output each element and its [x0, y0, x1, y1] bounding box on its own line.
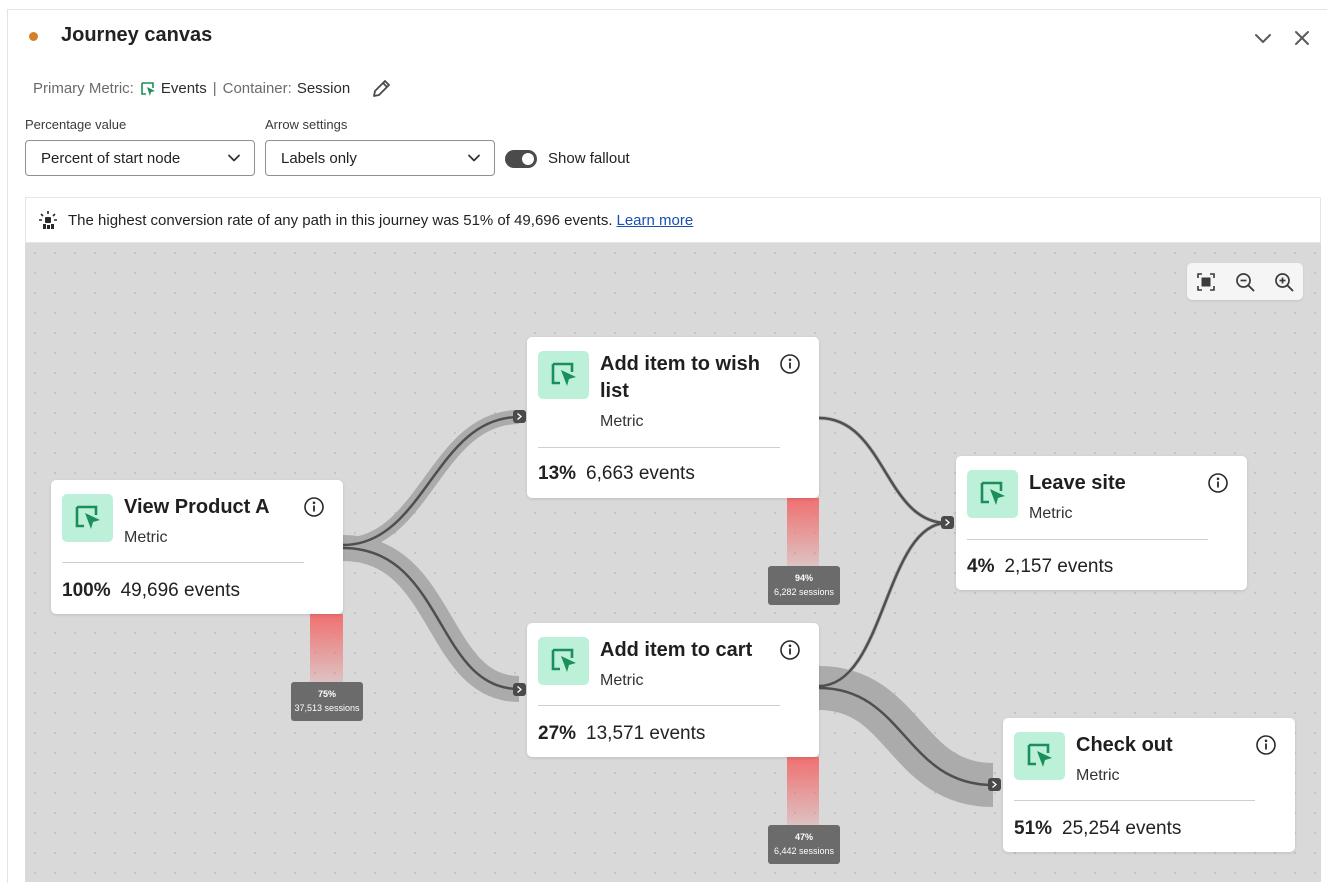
journey-node-check-out[interactable]: Check out Metric 51% 25,254 events: [1003, 718, 1295, 852]
fallout-label-view: 75% 37,513 sessions: [291, 682, 363, 721]
info-icon[interactable]: [779, 353, 801, 375]
node-divider: [538, 447, 780, 448]
fallout-sessions: 37,513 sessions: [294, 703, 360, 713]
event-metric-icon: [538, 637, 589, 685]
close-icon[interactable]: [1290, 26, 1314, 50]
info-icon[interactable]: [1255, 734, 1277, 756]
event-metric-icon: [967, 470, 1018, 518]
chevron-down-icon: [468, 154, 480, 162]
fallout-percent: 47%: [794, 832, 813, 842]
node-subtitle: Metric: [1076, 767, 1120, 784]
fallout-sessions: 6,282 sessions: [773, 587, 835, 597]
insight-lightbulb-icon: [38, 210, 58, 230]
node-stats: 51% 25,254 events: [1014, 818, 1181, 840]
status-dot: [29, 32, 38, 41]
journey-node-view-product[interactable]: View Product A Metric 100% 49,696 events: [51, 480, 343, 614]
info-icon[interactable]: [779, 639, 801, 661]
node-divider: [62, 562, 304, 563]
edit-pencil-icon[interactable]: [370, 78, 392, 100]
node-count: 49,696 events: [120, 580, 240, 601]
journey-canvas[interactable]: 75% 37,513 sessions 94% 6,282 sessions 4…: [25, 243, 1321, 882]
node-title-line: Add item to wish: [600, 353, 760, 375]
metric-summary: Primary Metric: Events | Container: Sess…: [33, 80, 350, 97]
primary-metric-value: Events: [160, 80, 207, 97]
fallout-label-wishlist: 94% 6,282 sessions: [768, 566, 840, 605]
arrow-settings-selected: Labels only: [281, 149, 357, 167]
collapse-chevron-icon[interactable]: [1251, 26, 1275, 50]
journey-node-leave-site[interactable]: Leave site Metric 4% 2,157 events: [956, 456, 1247, 590]
node-divider: [967, 539, 1208, 540]
panel-title: Journey canvas: [61, 24, 213, 46]
fallout-sessions: 6,442 sessions: [773, 846, 835, 856]
fallout-percent: 75%: [317, 689, 336, 699]
node-percent: 100%: [62, 580, 111, 601]
node-stats: 4% 2,157 events: [967, 556, 1113, 578]
node-percent: 51%: [1014, 818, 1053, 839]
node-title: Add item to wish list: [600, 351, 760, 405]
event-metric-icon: [62, 494, 113, 542]
node-title: Leave site: [1029, 472, 1126, 494]
fit-to-screen-icon[interactable]: [1195, 271, 1217, 293]
zoom-out-icon[interactable]: [1234, 271, 1256, 293]
journey-node-add-to-wishlist[interactable]: Add item to wish list Metric 13% 6,663 ev…: [527, 337, 819, 498]
node-percent: 4%: [967, 556, 995, 577]
node-stats: 100% 49,696 events: [62, 580, 240, 602]
percentage-value-dropdown[interactable]: Percent of start node: [25, 140, 255, 176]
fallout-percent: 94%: [794, 573, 813, 583]
connector-arrow-cart: [513, 683, 526, 696]
container-label: Container:: [222, 80, 292, 97]
node-subtitle: Metric: [124, 529, 168, 546]
insight-banner: The highest conversion rate of any path …: [25, 197, 1321, 243]
arrow-settings-dropdown[interactable]: Labels only: [265, 140, 495, 176]
insight-text: The highest conversion rate of any path …: [68, 211, 613, 229]
percentage-value-selected: Percent of start node: [41, 149, 181, 167]
node-title-line: list: [600, 380, 629, 402]
zoom-controls: [1187, 263, 1303, 300]
fallout-label-cart: 47% 6,442 sessions: [768, 825, 840, 864]
container-value: Session: [296, 80, 351, 97]
event-metric-icon: [538, 351, 589, 399]
learn-more-link[interactable]: Learn more: [617, 212, 694, 229]
connector-arrow-leave: [941, 516, 954, 529]
flow-band-view-to-cart: [342, 535, 520, 702]
show-fallout-label: Show fallout: [548, 150, 630, 167]
node-count: 25,254 events: [1062, 818, 1182, 839]
primary-metric-label: Primary Metric:: [33, 80, 134, 97]
node-title: Add item to cart: [600, 639, 753, 661]
toggle-knob: [522, 153, 534, 165]
percentage-value-label: Percentage value: [25, 117, 127, 132]
fallout-bar-wishlist: [787, 498, 819, 568]
node-title: View Product A: [124, 496, 270, 518]
node-subtitle: Metric: [600, 413, 644, 430]
node-title: Check out: [1076, 734, 1173, 756]
fallout-bar-cart: [787, 757, 819, 827]
metric-separator: |: [212, 80, 217, 97]
event-metric-icon: [1014, 732, 1065, 780]
fallout-bar-view: [310, 614, 343, 684]
node-count: 13,571 events: [586, 723, 706, 744]
node-divider: [1014, 800, 1255, 801]
connector-arrow-checkout: [988, 778, 1001, 791]
node-subtitle: Metric: [1029, 505, 1073, 522]
node-percent: 13%: [538, 463, 577, 484]
event-metric-icon: [140, 81, 156, 97]
chevron-down-icon: [228, 154, 240, 162]
info-icon[interactable]: [1207, 472, 1229, 494]
info-icon[interactable]: [303, 496, 325, 518]
node-count: 6,663 events: [586, 463, 695, 484]
node-count: 2,157 events: [1004, 556, 1114, 577]
zoom-in-icon[interactable]: [1273, 271, 1295, 293]
journey-node-add-to-cart[interactable]: Add item to cart Metric 27% 13,571 events: [527, 623, 819, 757]
connector-arrow-wishlist: [513, 410, 526, 423]
show-fallout-toggle[interactable]: [505, 150, 537, 168]
arrow-settings-label: Arrow settings: [265, 117, 348, 132]
node-stats: 13% 6,663 events: [538, 463, 695, 485]
flow-band-wishlist-to-leave: [818, 416, 948, 525]
node-divider: [538, 705, 780, 706]
flow-line-view-to-wishlist: [342, 415, 520, 547]
node-stats: 27% 13,571 events: [538, 723, 705, 745]
node-percent: 27%: [538, 723, 577, 744]
node-subtitle: Metric: [600, 672, 644, 689]
